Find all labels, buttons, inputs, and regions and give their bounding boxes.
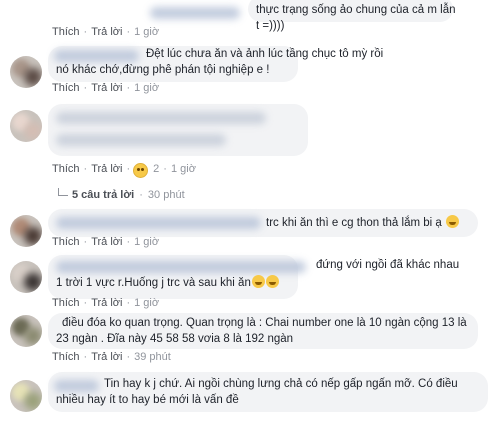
separator: · <box>83 236 88 248</box>
like-link[interactable]: Thích <box>52 351 80 363</box>
comment-text: thực trạng sống ảo chung của cả m lẫn t … <box>256 4 459 32</box>
comment-actions: Thích · Trả lời · 39 phút <box>52 351 171 363</box>
haha-reaction-icon[interactable] <box>133 163 148 178</box>
comment-actions: Thích · Trả lời · 1 giờ <box>52 297 159 309</box>
comment-actions: Thích · Trả lời · 2 · 1 giờ <box>52 163 196 175</box>
reply-link[interactable]: Trả lời <box>91 236 122 248</box>
separator: · <box>83 297 88 309</box>
avatar[interactable] <box>10 215 42 247</box>
reply-arrow-icon <box>58 188 68 196</box>
reaction-count[interactable]: 2 <box>153 163 159 175</box>
like-link[interactable]: Thích <box>52 26 80 38</box>
separator: · <box>163 163 167 175</box>
reply-link[interactable]: Trả lời <box>91 163 122 175</box>
avatar[interactable] <box>10 56 42 88</box>
separator: · <box>83 26 88 38</box>
comment-actions: Thích · Trả lời · 1 giờ <box>52 236 159 248</box>
separator: · <box>126 82 131 94</box>
avatar[interactable] <box>10 110 42 142</box>
commenter-name[interactable] <box>150 7 240 19</box>
separator: · <box>83 351 88 363</box>
laughing-emoji-icon <box>251 275 265 288</box>
commenter-name[interactable] <box>56 261 306 273</box>
comment-actions: Thích · Trả lời · 1 giờ <box>52 82 159 94</box>
commenter-name[interactable] <box>56 217 261 229</box>
smile-emoji-icon <box>446 215 459 228</box>
avatar[interactable] <box>10 315 42 347</box>
comment-text: đứng với ngồi đã khác nhau <box>316 259 460 271</box>
view-replies-link[interactable]: 5 câu trả lời <box>72 189 134 201</box>
comment-actions: Thích · Trả lời · 1 giờ <box>52 26 159 38</box>
separator: · <box>126 297 131 309</box>
comment-text: 1 trời 1 vực r.Huống j trc và sau khi ăn <box>56 275 356 291</box>
timestamp[interactable]: 1 giờ <box>134 82 159 94</box>
replies-link[interactable]: 5 câu trả lời · 30 phút <box>72 189 185 201</box>
commenter-name[interactable] <box>56 112 266 124</box>
laughing-emoji-icon <box>265 275 279 288</box>
like-link[interactable]: Thích <box>52 163 80 175</box>
comment-text: trc khi ăn thì e cg thon thả lắm bi ạ <box>266 215 496 231</box>
like-link[interactable]: Thích <box>52 297 80 309</box>
reply-link[interactable]: Trả lời <box>91 297 122 309</box>
blurred-text <box>56 134 226 146</box>
timestamp[interactable]: 1 giờ <box>134 236 159 248</box>
reply-link[interactable]: Trả lời <box>91 82 122 94</box>
like-link[interactable]: Thích <box>52 236 80 248</box>
timestamp[interactable]: 1 giờ <box>134 26 159 38</box>
separator: · <box>126 236 131 248</box>
separator: · <box>139 189 143 201</box>
like-link[interactable]: Thích <box>52 82 80 94</box>
separator: · <box>126 163 131 175</box>
reply-link[interactable]: Trả lời <box>91 351 122 363</box>
timestamp[interactable]: 1 giờ <box>171 163 196 175</box>
comment-text: Tin hay k j chứ. Ai ngồi chùng lưng chả … <box>56 378 461 406</box>
timestamp[interactable]: 30 phút <box>148 189 185 201</box>
reply-link[interactable]: Trả lời <box>91 26 122 38</box>
comment-text: điều đóa ko quan trọng. Quan trọng là : … <box>56 317 470 345</box>
separator: · <box>126 351 131 363</box>
avatar[interactable] <box>10 261 42 293</box>
comment-text: Đệt lúc chưa ăn và ảnh lúc tầng chục tô … <box>56 48 387 76</box>
avatar[interactable] <box>10 380 42 412</box>
timestamp[interactable]: 1 giờ <box>134 297 159 309</box>
separator: · <box>83 82 88 94</box>
timestamp[interactable]: 39 phút <box>134 351 171 363</box>
separator: · <box>126 26 131 38</box>
separator: · <box>83 163 88 175</box>
